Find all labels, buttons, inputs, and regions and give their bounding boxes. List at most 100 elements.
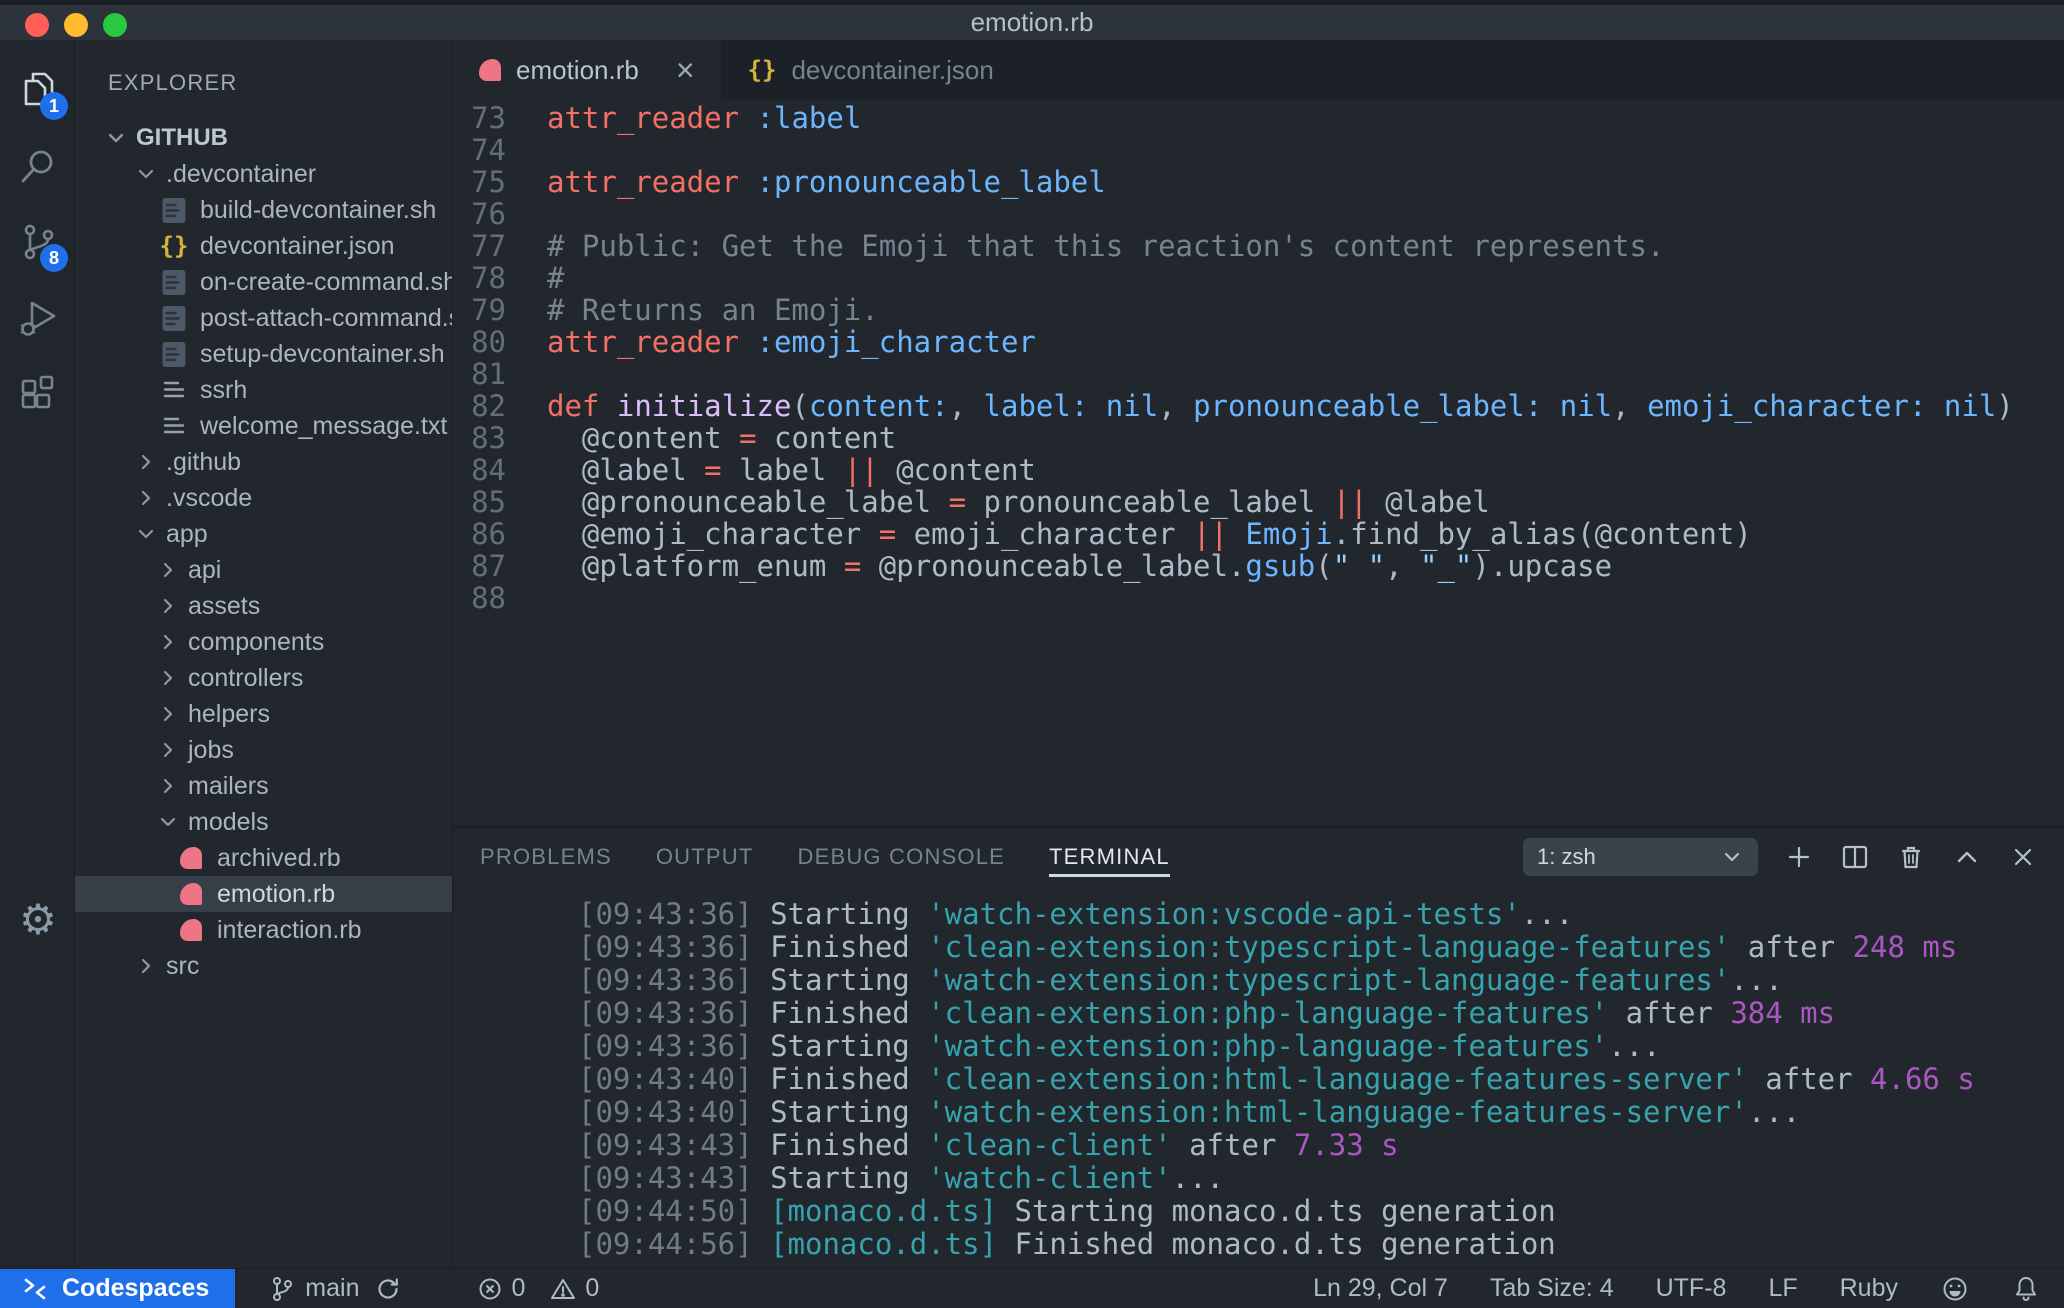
tree-item-models[interactable]: models [75,804,452,840]
tree-item-archived-rb[interactable]: archived.rb [75,840,452,876]
chevron-down-icon[interactable] [135,163,157,185]
language-mode[interactable]: Ruby [1840,1274,1898,1303]
code-line-77[interactable]: 77 # Public: Get the Emoji that this reac… [453,230,2064,262]
tree-item-emotion-rb[interactable]: emotion.rb [75,876,452,912]
tree-item-src[interactable]: src [75,948,452,984]
code-text: def initialize(content:, label: nil, pro… [547,389,2014,423]
panel-tab-debug-console[interactable]: DEBUG CONSOLE [798,828,1006,886]
tree-item-controllers[interactable]: controllers [75,660,452,696]
encoding[interactable]: UTF-8 [1656,1274,1727,1303]
chevron-right-icon[interactable] [157,559,179,581]
source-control-view-button[interactable]: 8 [14,218,68,272]
code-line-79[interactable]: 79 # Returns an Emoji. [453,294,2064,326]
tree-item-api[interactable]: api [75,552,452,588]
chevron-down-icon[interactable] [135,523,157,545]
code-line-76[interactable]: 76 [453,198,2064,230]
tab-devcontainer-json[interactable]: {} devcontainer.json [722,40,1021,100]
tree-item-helpers[interactable]: helpers [75,696,452,732]
tree-item-label: src [166,951,200,980]
kill-terminal-button[interactable] [1896,842,1926,872]
tree-item-ssrh[interactable]: ssrh [75,372,452,408]
explorer-view-button[interactable]: 1 [14,66,68,120]
chevron-right-icon[interactable] [135,487,157,509]
chevron-right-icon[interactable] [157,775,179,797]
line-number: 82 [471,389,506,423]
tree-item-github[interactable]: .github [75,444,452,480]
code-line-82[interactable]: 82 def initialize(content:, label: nil, p… [453,390,2064,422]
tree-item-app[interactable]: app [75,516,452,552]
new-terminal-button[interactable] [1784,842,1814,872]
tree-item-post-attach-command-sh[interactable]: post-attach-command.sh [75,300,452,336]
code-line-80[interactable]: 80 attr_reader :emoji_character [453,326,2064,358]
section-header-github[interactable]: GITHUB [75,120,452,156]
panel-tab-problems[interactable]: PROBLEMS [480,828,612,886]
tree-item-devcontainer[interactable]: .devcontainer [75,156,452,192]
remote-indicator[interactable]: Codespaces [0,1268,236,1308]
run-debug-view-button[interactable] [14,294,62,342]
close-tab-icon[interactable]: × [676,54,695,86]
warning-count: 0 [585,1274,600,1302]
feedback-smiley-icon[interactable] [1940,1274,1970,1304]
code-editor[interactable]: 73 attr_reader :label 74 75 attr_reader :pro… [453,100,2064,826]
code-line-87[interactable]: 87 @platform_enum = @pronounceable_label… [453,550,2064,582]
code-line-85[interactable]: 85 @pronounceable_label = pronounceable_… [453,486,2064,518]
tab-emotion-rb[interactable]: emotion.rb × [453,40,722,100]
code-line-86[interactable]: 86 @emoji_character = emoji_character ||… [453,518,2064,550]
tree-item-label: post-attach-command.sh [200,303,452,332]
eol-indicator[interactable]: LF [1768,1274,1797,1303]
line-number: 78 [471,261,506,295]
tree-item-on-create-command-sh[interactable]: on-create-command.sh [75,264,452,300]
tree-item-components[interactable]: components [75,624,452,660]
panel-tab-terminal[interactable]: TERMINAL [1049,828,1170,886]
code-line-81[interactable]: 81 [453,358,2064,390]
code-line-84[interactable]: 84 @label = label || @content [453,454,2064,486]
tree-item-devcontainer-json[interactable]: {} devcontainer.json [75,228,452,264]
chevron-right-icon[interactable] [157,703,179,725]
chevron-right-icon[interactable] [157,631,179,653]
terminal-output[interactable]: [09:43:36] Starting 'watch-extension:vsc… [453,886,2064,1268]
sync-icon[interactable] [375,1276,401,1302]
tree-item-setup-devcontainer-sh[interactable]: setup-devcontainer.sh [75,336,452,372]
problems-indicator[interactable]: 0 0 [477,1274,613,1303]
split-terminal-button[interactable] [1840,842,1870,872]
tree-item-welcome-message-txt[interactable]: welcome_message.txt [75,408,452,444]
code-line-73[interactable]: 73 attr_reader :label [453,102,2064,134]
code-line-88[interactable]: 88 [453,582,2064,614]
minimize-window-button[interactable] [64,13,88,37]
settings-button[interactable]: ⚙ [14,896,62,944]
chevron-right-icon[interactable] [135,955,157,977]
close-panel-button[interactable] [2008,842,2038,872]
close-window-button[interactable] [25,13,49,37]
search-view-button[interactable] [14,142,62,190]
chevron-down-icon[interactable] [157,811,179,833]
chevron-right-icon[interactable] [157,595,179,617]
tree-item-jobs[interactable]: jobs [75,732,452,768]
cursor-position[interactable]: Ln 29, Col 7 [1313,1274,1448,1303]
code-line-78[interactable]: 78 # [453,262,2064,294]
tab-size[interactable]: Tab Size: 4 [1490,1274,1614,1303]
tree-item-mailers[interactable]: mailers [75,768,452,804]
terminal-line: [09:43:43] Starting 'watch-client'... [578,1161,1225,1195]
run-debug-icon [16,296,60,340]
code-text: attr_reader :pronounceable_label [547,165,1106,199]
code-line-83[interactable]: 83 @content = content [453,422,2064,454]
code-line-74[interactable]: 74 [453,134,2064,166]
tree-item-assets[interactable]: assets [75,588,452,624]
code-line-75[interactable]: 75 attr_reader :pronounceable_label [453,166,2064,198]
terminal-select[interactable]: 1: zsh [1523,838,1758,876]
notifications-bell-icon[interactable] [2012,1274,2040,1304]
maximize-panel-button[interactable] [1952,842,1982,872]
panel-controls: 1: zsh [1523,838,2064,876]
chevron-right-icon[interactable] [157,739,179,761]
branch-indicator[interactable]: main [269,1274,401,1303]
sidebar-title: EXPLORER [108,70,238,95]
line-number: 75 [471,165,506,199]
chevron-right-icon[interactable] [135,451,157,473]
tree-item-interaction-rb[interactable]: interaction.rb [75,912,452,948]
panel-tab-output[interactable]: OUTPUT [656,828,754,886]
tree-item-vscode[interactable]: .vscode [75,480,452,516]
extensions-view-button[interactable] [14,370,62,418]
chevron-right-icon[interactable] [157,667,179,689]
maximize-window-button[interactable] [103,13,127,37]
tree-item-build-devcontainer-sh[interactable]: build-devcontainer.sh [75,192,452,228]
